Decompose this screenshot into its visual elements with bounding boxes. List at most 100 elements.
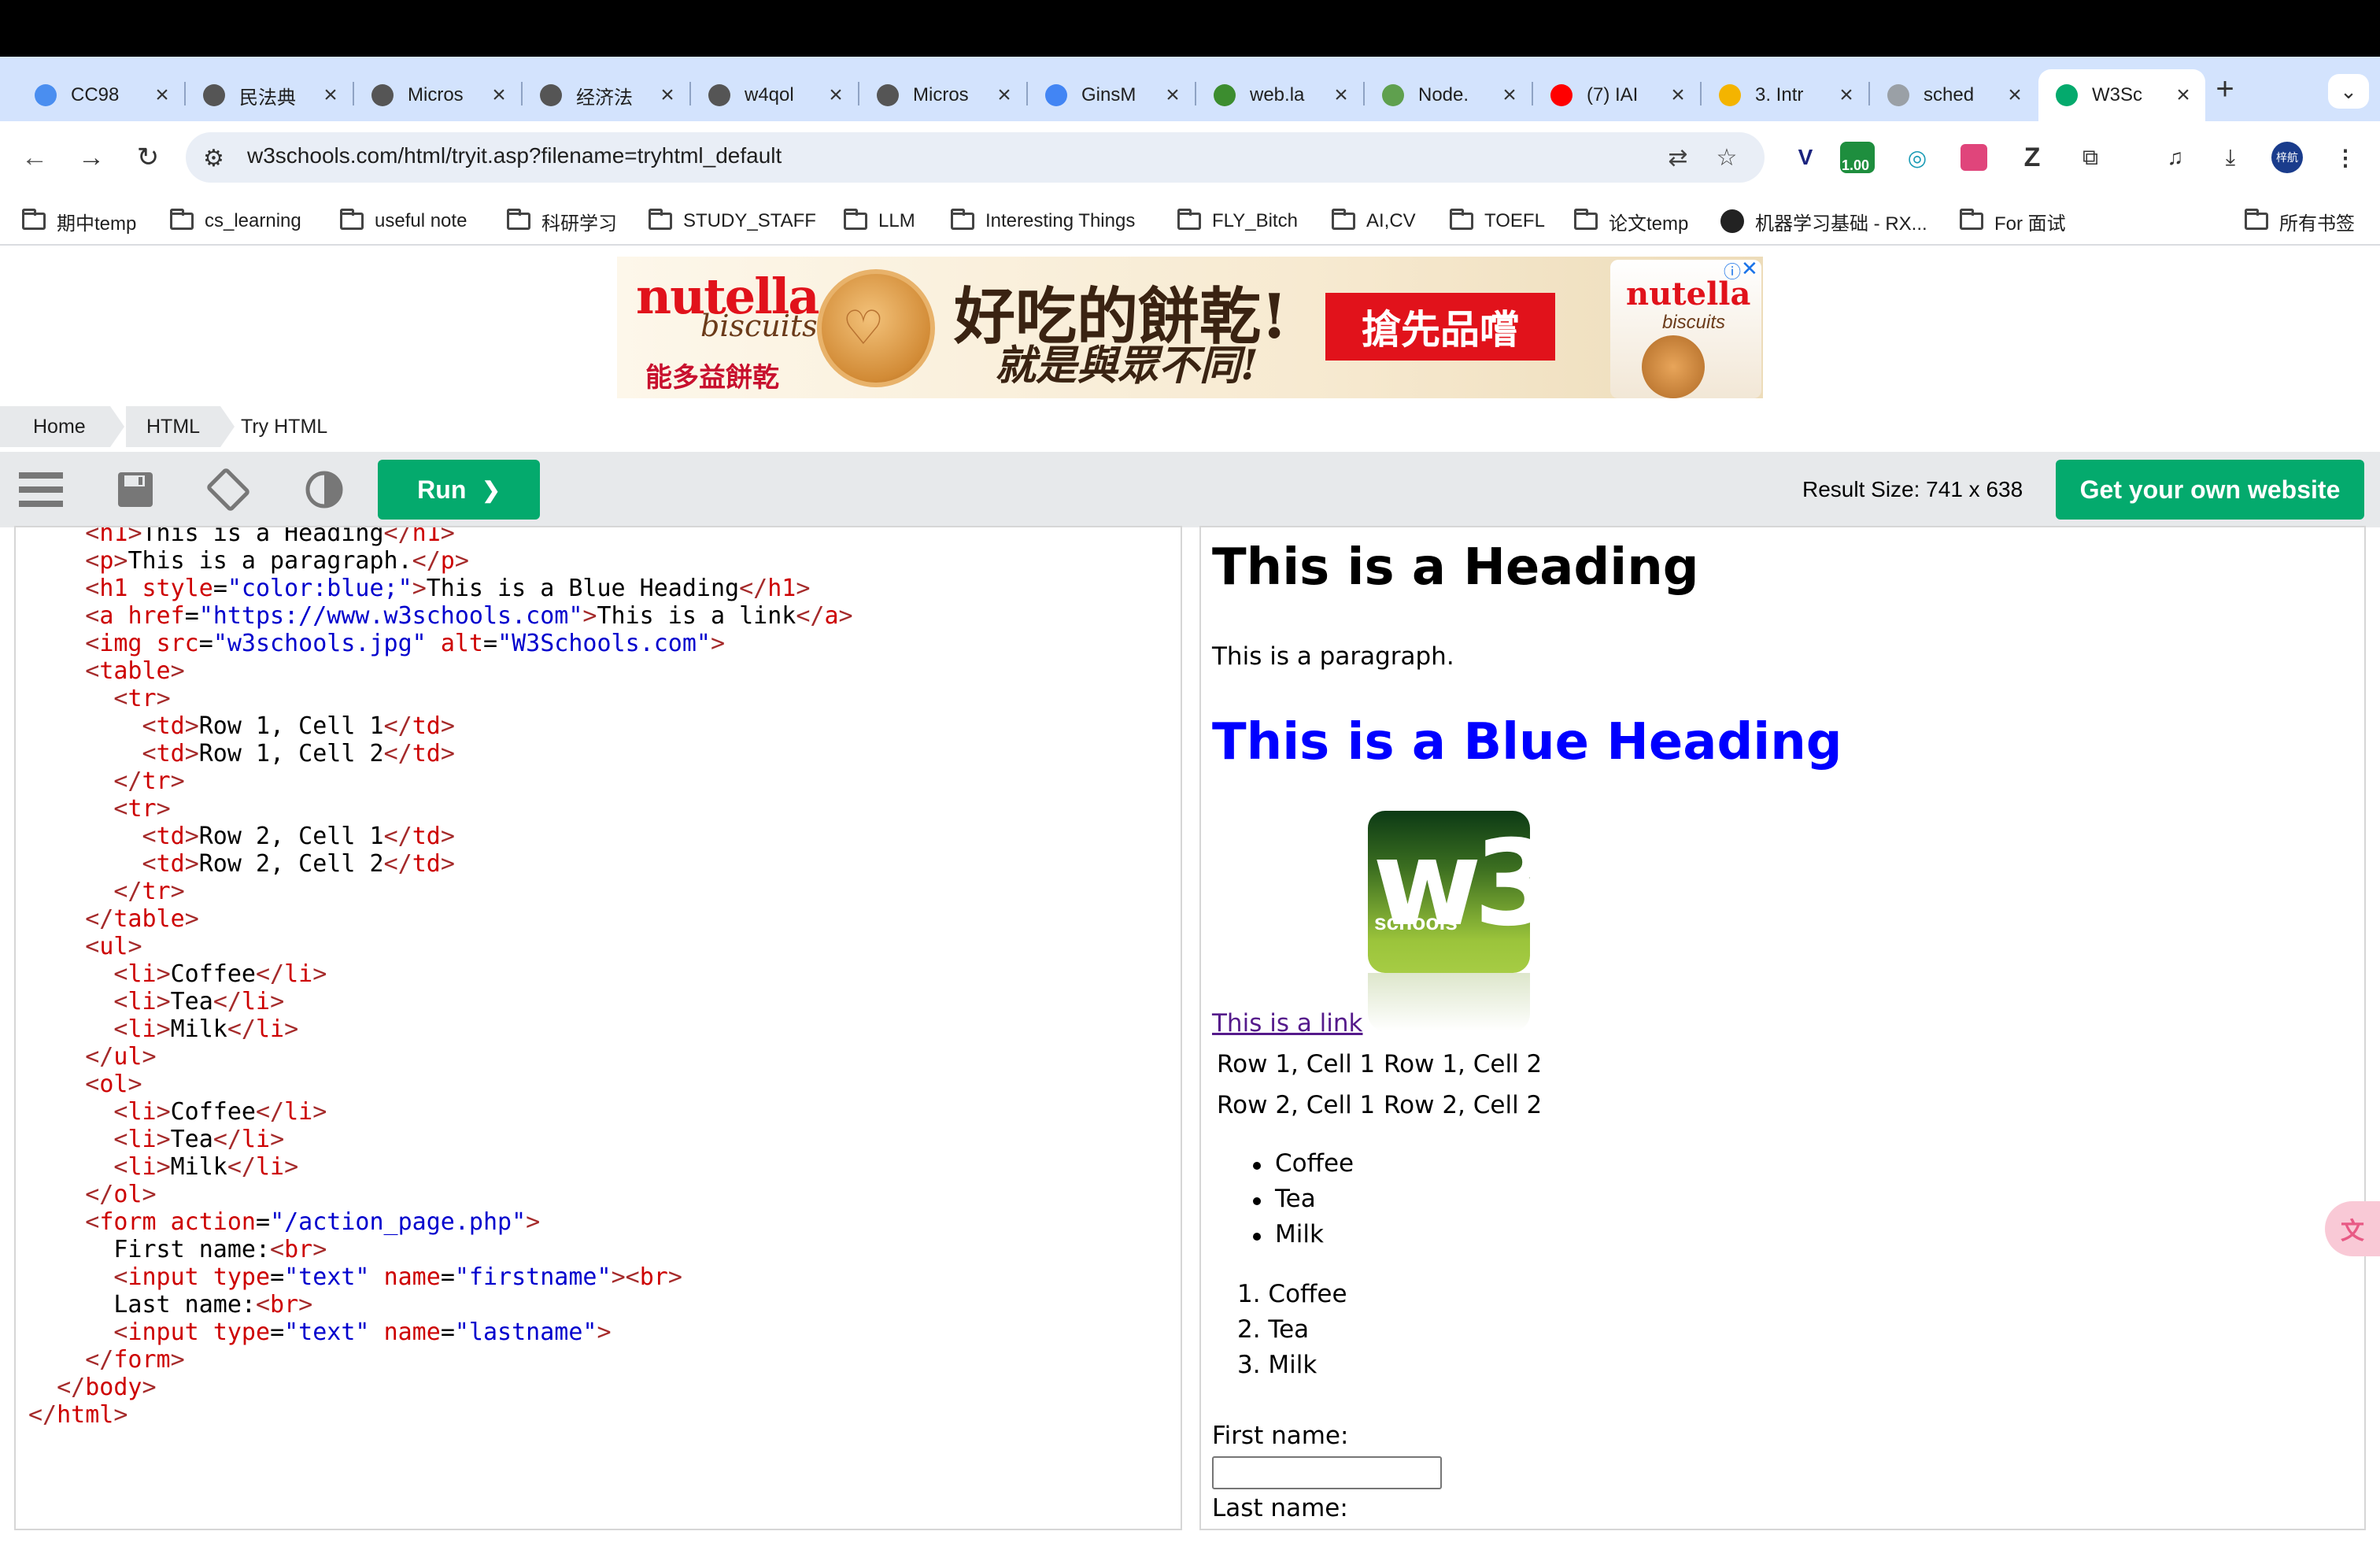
code-line[interactable]: <li>Coffee</li>: [28, 1098, 327, 1126]
openai-extension-icon[interactable]: ◎: [1900, 140, 1935, 175]
all-bookmarks[interactable]: 所有书签: [2245, 208, 2355, 235]
code-line[interactable]: </ol>: [28, 1181, 156, 1208]
code-line[interactable]: <h1 style="color:blue;">This is a Blue H…: [28, 575, 810, 602]
bookmark-item[interactable]: AI,CV: [1332, 208, 1416, 235]
close-icon[interactable]: ×: [320, 83, 342, 107]
code-line[interactable]: </body>: [28, 1374, 156, 1401]
bookmark-item[interactable]: 期中temp: [22, 208, 136, 235]
code-line[interactable]: </table>: [28, 905, 199, 933]
translate-page-icon[interactable]: ⇄: [1662, 142, 1694, 173]
ad-info-icon[interactable]: ⓘ: [1724, 258, 1741, 283]
browser-tab[interactable]: 经济法 ×: [523, 69, 689, 121]
code-line[interactable]: </tr>: [28, 878, 184, 905]
new-tab-button[interactable]: +: [2205, 69, 2245, 109]
address-url[interactable]: w3schools.com/html/tryit.asp?filename=tr…: [247, 143, 782, 168]
zotero-icon[interactable]: Z: [2015, 140, 2049, 175]
code-line[interactable]: <ul>: [28, 933, 142, 960]
bookmark-item[interactable]: 科研学习: [507, 208, 617, 235]
code-line[interactable]: <td>Row 1, Cell 2</td>: [28, 740, 455, 767]
reload-icon[interactable]: ↻: [131, 140, 165, 175]
code-line[interactable]: <li>Coffee</li>: [28, 960, 327, 988]
breadcrumb-html[interactable]: HTML: [126, 406, 220, 447]
download-icon[interactable]: ⤓: [2213, 140, 2248, 175]
code-line[interactable]: <a href="https://www.w3schools.com">This…: [28, 602, 852, 630]
code-line[interactable]: <img src="w3schools.jpg" alt="W3Schools.…: [28, 630, 725, 657]
site-info-icon[interactable]: ⚙: [203, 145, 224, 172]
close-icon[interactable]: ×: [2172, 83, 2194, 107]
browser-tab[interactable]: W3Sc ×: [2038, 69, 2205, 121]
extensions-puzzle-icon[interactable]: ⧉: [2073, 140, 2108, 175]
vue-devtools-icon[interactable]: V: [1788, 140, 1823, 175]
close-icon[interactable]: ×: [993, 83, 1015, 107]
code-line[interactable]: <tr>: [28, 795, 170, 823]
forward-arrow-icon[interactable]: →: [74, 140, 109, 175]
tab-search-button[interactable]: ⌄: [2328, 74, 2369, 109]
firstname-input[interactable]: [1212, 1456, 1442, 1489]
code-line[interactable]: <li>Tea</li>: [28, 1126, 284, 1153]
close-icon[interactable]: ×: [1667, 83, 1689, 107]
back-arrow-icon[interactable]: ←: [17, 140, 52, 175]
close-icon[interactable]: ×: [1835, 83, 1857, 107]
close-icon[interactable]: ×: [1499, 83, 1521, 107]
ad-close-icon[interactable]: ✕: [1741, 257, 1758, 281]
close-icon[interactable]: ×: [656, 83, 678, 107]
bookmark-item[interactable]: 机器学习基础 - RX...: [1720, 208, 1927, 235]
browser-tab[interactable]: (7) IAI ×: [1533, 69, 1700, 121]
close-icon[interactable]: ×: [488, 83, 510, 107]
result-link[interactable]: This is a link: [1212, 1009, 1363, 1037]
save-icon[interactable]: [113, 468, 157, 512]
dark-mode-toggle-icon[interactable]: [302, 468, 346, 512]
browser-tab[interactable]: Micros ×: [859, 69, 1026, 121]
code-line[interactable]: <input type="text" name="lastname">: [28, 1319, 611, 1346]
close-icon[interactable]: ×: [1162, 83, 1184, 107]
bookmark-item[interactable]: STUDY_STAFF: [649, 208, 816, 235]
bookmark-item[interactable]: 论文temp: [1574, 208, 1688, 235]
rotate-layout-icon[interactable]: [206, 468, 250, 512]
code-line[interactable]: <tr>: [28, 685, 170, 712]
bookmark-item[interactable]: cs_learning: [170, 208, 301, 235]
close-icon[interactable]: ×: [1330, 83, 1352, 107]
code-line[interactable]: <input type="text" name="firstname"><br>: [28, 1263, 682, 1291]
code-line[interactable]: </tr>: [28, 767, 184, 795]
code-line[interactable]: <td>Row 1, Cell 1</td>: [28, 712, 455, 740]
close-icon[interactable]: ×: [2004, 83, 2026, 107]
bookmark-item[interactable]: FLY_Bitch: [1177, 208, 1298, 235]
bookmark-item[interactable]: Interesting Things: [951, 208, 1135, 235]
bookmark-item[interactable]: useful note: [340, 208, 467, 235]
code-line[interactable]: </ul>: [28, 1043, 156, 1071]
media-controls-icon[interactable]: ♫: [2158, 140, 2193, 175]
get-your-own-website-button[interactable]: Get your own website: [2056, 460, 2364, 520]
code-line[interactable]: <li>Milk</li>: [28, 1153, 298, 1181]
bookmark-item[interactable]: For 面试: [1960, 208, 2066, 235]
floating-translate-icon[interactable]: 文: [2325, 1201, 2380, 1256]
code-line[interactable]: <li>Tea</li>: [28, 988, 284, 1015]
code-line[interactable]: </html>: [28, 1401, 128, 1429]
close-icon[interactable]: ×: [825, 83, 847, 107]
extension-badge-icon[interactable]: 1.00: [1840, 140, 1875, 175]
more-menu-icon[interactable]: ⋮: [2328, 140, 2363, 175]
browser-tab[interactable]: 民法典 ×: [186, 69, 353, 121]
browser-tab[interactable]: 3. Intr ×: [1702, 69, 1868, 121]
browser-tab[interactable]: w4qol ×: [691, 69, 858, 121]
bookmark-item[interactable]: LLM: [844, 208, 915, 235]
code-line[interactable]: <table>: [28, 657, 184, 685]
code-line[interactable]: <li>Milk</li>: [28, 1015, 298, 1043]
code-line[interactable]: <td>Row 2, Cell 2</td>: [28, 850, 455, 878]
nutella-ad-banner[interactable]: nutella biscuits 能多益餅乾 ♡ 好吃的餅乾! 就是與眾不同! …: [617, 257, 1763, 398]
close-icon[interactable]: ×: [151, 83, 173, 107]
breadcrumb-home[interactable]: Home: [0, 406, 110, 447]
browser-tab[interactable]: CC98 ×: [17, 69, 184, 121]
code-line[interactable]: First name:<br>: [28, 1236, 327, 1263]
bookmark-item[interactable]: TOEFL: [1450, 208, 1545, 235]
ad-cta-button[interactable]: 搶先品嚐: [1325, 293, 1555, 361]
code-line[interactable]: Last name:<br>: [28, 1291, 312, 1319]
code-line[interactable]: <form action="/action_page.php">: [28, 1208, 540, 1236]
browser-tab[interactable]: Node. ×: [1365, 69, 1532, 121]
profile-avatar[interactable]: 梓航: [2270, 140, 2304, 175]
browser-tab[interactable]: Micros ×: [354, 69, 521, 121]
translate-extension-icon[interactable]: [1957, 140, 1991, 175]
browser-tab[interactable]: GinsM ×: [1028, 69, 1195, 121]
browser-tab[interactable]: sched ×: [1870, 69, 2037, 121]
code-line[interactable]: <ol>: [28, 1071, 142, 1098]
menu-hamburger-icon[interactable]: [19, 468, 63, 512]
